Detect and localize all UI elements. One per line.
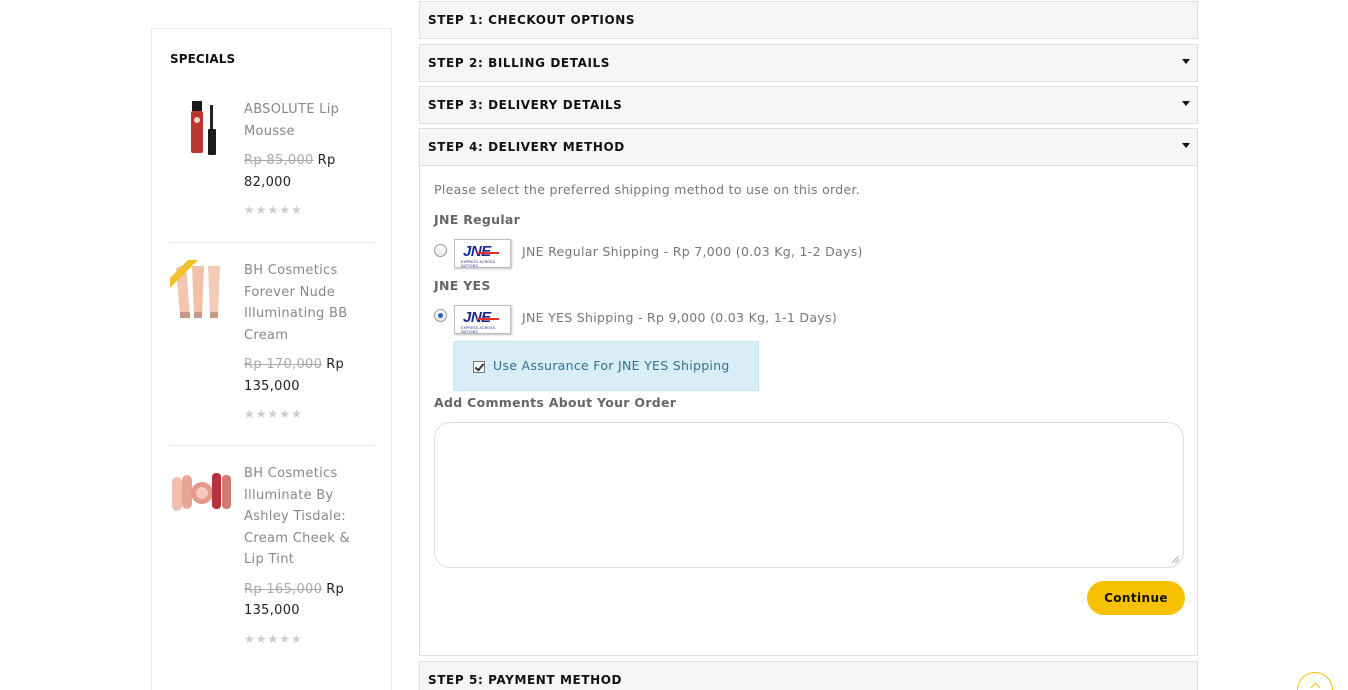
shipping-group-title: JNE Regular [434,212,521,227]
sidebar-title: SPECIALS [170,52,236,66]
logo-stripe [477,252,499,254]
assurance-checkbox[interactable] [473,361,485,373]
step-5-header[interactable]: STEP 5: PAYMENT METHOD [419,661,1198,690]
product-name[interactable]: BH Cosmetics Illuminate By Ashley Tisdal… [244,463,374,571]
delivery-intro: Please select the preferred shipping met… [434,182,861,197]
jne-logo: JNE EXPRESS ACROSS NATIONS [454,239,511,268]
step-3-header[interactable]: STEP 3: DELIVERY DETAILS [419,86,1198,124]
jne-regular-label[interactable]: JNE Regular Shipping - Rp 7,000 (0.03 Kg… [522,244,863,259]
divider [170,242,374,243]
step-title: STEP 1: CHECKOUT OPTIONS [428,13,636,27]
caret-down-icon [1182,59,1190,64]
product-item[interactable]: ABSOLUTE Lip Mousse Rp 85,000 Rp 82,000 ★… [170,99,374,219]
step-2-header[interactable]: STEP 2: BILLING DETAILS [419,44,1198,82]
jne-yes-label[interactable]: JNE YES Shipping - Rp 9,000 (0.03 Kg, 1-… [522,310,837,325]
product-info: BH Cosmetics Forever Nude Illuminating B… [244,260,374,421]
resize-grip-icon[interactable] [1172,556,1179,563]
step-4-header[interactable]: STEP 4: DELIVERY METHOD [419,128,1198,166]
rating-stars: ★★★★★ [244,407,303,421]
specials-sidebar: SPECIALS ABSOLUTE Lip Mousse Rp 85,000 Rp… [151,28,392,690]
old-price: Rp 85,000 [244,153,314,168]
step-title: STEP 3: DELIVERY DETAILS [428,98,623,112]
product-name[interactable]: ABSOLUTE Lip Mousse [244,99,374,142]
step-title: STEP 4: DELIVERY METHOD [428,140,625,154]
caret-down-icon [1182,101,1190,106]
step-1-header[interactable]: STEP 1: CHECKOUT OPTIONS [419,1,1198,39]
assurance-label[interactable]: Use Assurance For JNE YES Shipping [493,358,730,373]
product-price: Rp 85,000 Rp 82,000 [244,150,374,193]
lip-mousse-image[interactable] [170,99,234,163]
product-price: Rp 165,000 Rp 135,000 [244,579,374,622]
caret-down-icon [1182,143,1190,148]
product-price: Rp 170,000 Rp 135,000 [244,354,374,397]
jne-yes-radio[interactable] [434,309,447,322]
rating-stars: ★★★★★ [244,631,303,646]
comments-title: Add Comments About Your Order [434,395,677,410]
bb-cream-image[interactable] [170,260,234,324]
jne-logo: JNE EXPRESS ACROSS NATIONS [454,305,511,334]
shipping-group-title: JNE YES [434,278,491,293]
logo-sub: EXPRESS ACROSS NATIONS [461,326,496,334]
chevron-up-icon [1310,682,1321,690]
old-price: Rp 170,000 [244,357,323,372]
old-price: Rp 165,000 [244,581,323,597]
step-title: STEP 2: BILLING DETAILS [428,56,611,70]
product-item[interactable]: BH Cosmetics Illuminate By Ashley Tisdal… [170,463,374,653]
step-title: STEP 5: PAYMENT METHOD [428,673,623,687]
logo-sub: EXPRESS ACROSS NATIONS [461,260,496,268]
product-item[interactable]: BH Cosmetics Forever Nude Illuminating B… [170,260,374,421]
rating-stars: ★★★★★ [244,203,303,217]
product-name[interactable]: BH Cosmetics Forever Nude Illuminating B… [244,260,374,346]
delivery-method-panel: Please select the preferred shipping met… [419,165,1198,656]
assurance-box: Use Assurance For JNE YES Shipping [453,341,759,391]
cheek-lip-tint-image[interactable] [170,463,234,527]
continue-button[interactable]: Continue [1087,581,1185,615]
logo-stripe [477,318,499,320]
product-info: ABSOLUTE Lip Mousse Rp 85,000 Rp 82,000 ★… [244,99,374,217]
scroll-to-top-button[interactable] [1297,672,1333,690]
product-info: BH Cosmetics Illuminate By Ashley Tisdal… [244,463,374,646]
divider [170,445,374,446]
comments-textarea[interactable] [434,422,1184,568]
checkout-page: SPECIALS ABSOLUTE Lip Mousse Rp 85,000 Rp… [0,0,1348,690]
jne-regular-radio[interactable] [434,244,447,257]
